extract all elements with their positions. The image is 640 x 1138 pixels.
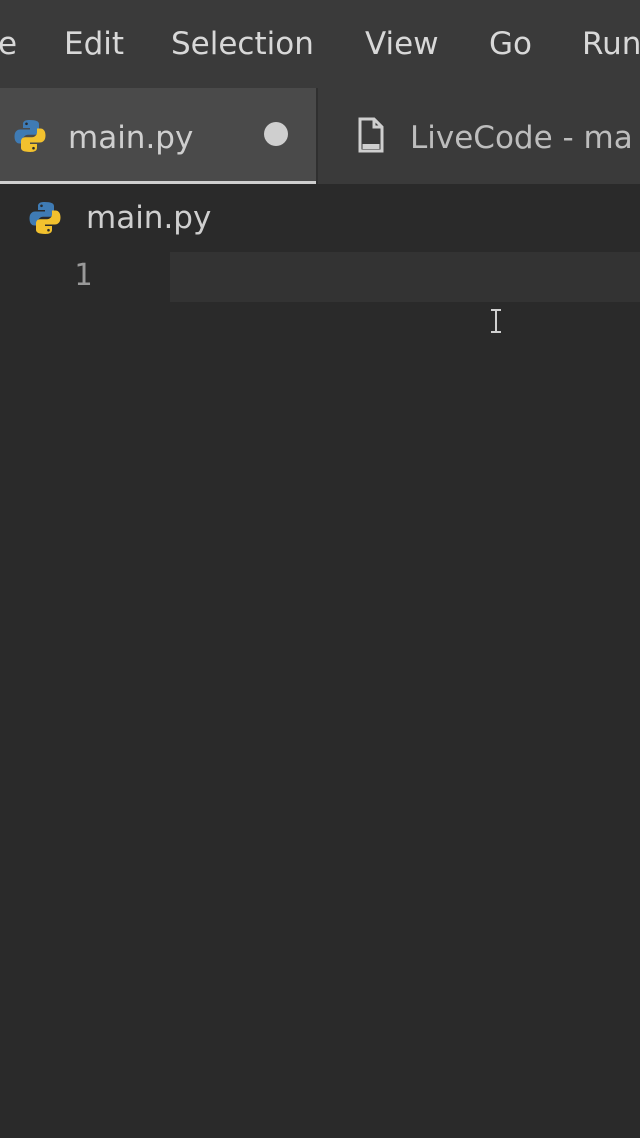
- menu-view[interactable]: View: [365, 24, 439, 64]
- current-line-highlight: [170, 252, 640, 302]
- menu-run[interactable]: Run: [582, 24, 640, 64]
- tab-bar: main.py LiveCode - ma: [0, 88, 640, 184]
- unsaved-dot-icon[interactable]: [264, 122, 288, 146]
- tab-label: main.py: [68, 120, 194, 156]
- menu-selection[interactable]: Selection: [171, 24, 314, 64]
- python-icon: [14, 120, 46, 152]
- breadcrumb-file[interactable]: main.py: [86, 198, 211, 238]
- text-cursor-icon: [491, 309, 501, 333]
- code-editor[interactable]: 1: [0, 252, 640, 1138]
- line-number: 1: [74, 258, 93, 293]
- python-icon: [29, 202, 61, 234]
- menu-bar: e Edit Selection View Go Run: [0, 0, 640, 88]
- document-icon: [358, 117, 384, 153]
- tab-livecode[interactable]: LiveCode - ma: [318, 88, 640, 184]
- menu-file[interactable]: e: [0, 24, 17, 64]
- menu-go[interactable]: Go: [489, 24, 532, 64]
- breadcrumb: main.py: [0, 184, 640, 252]
- menu-edit[interactable]: Edit: [64, 24, 124, 64]
- tab-label: LiveCode - ma: [410, 120, 633, 156]
